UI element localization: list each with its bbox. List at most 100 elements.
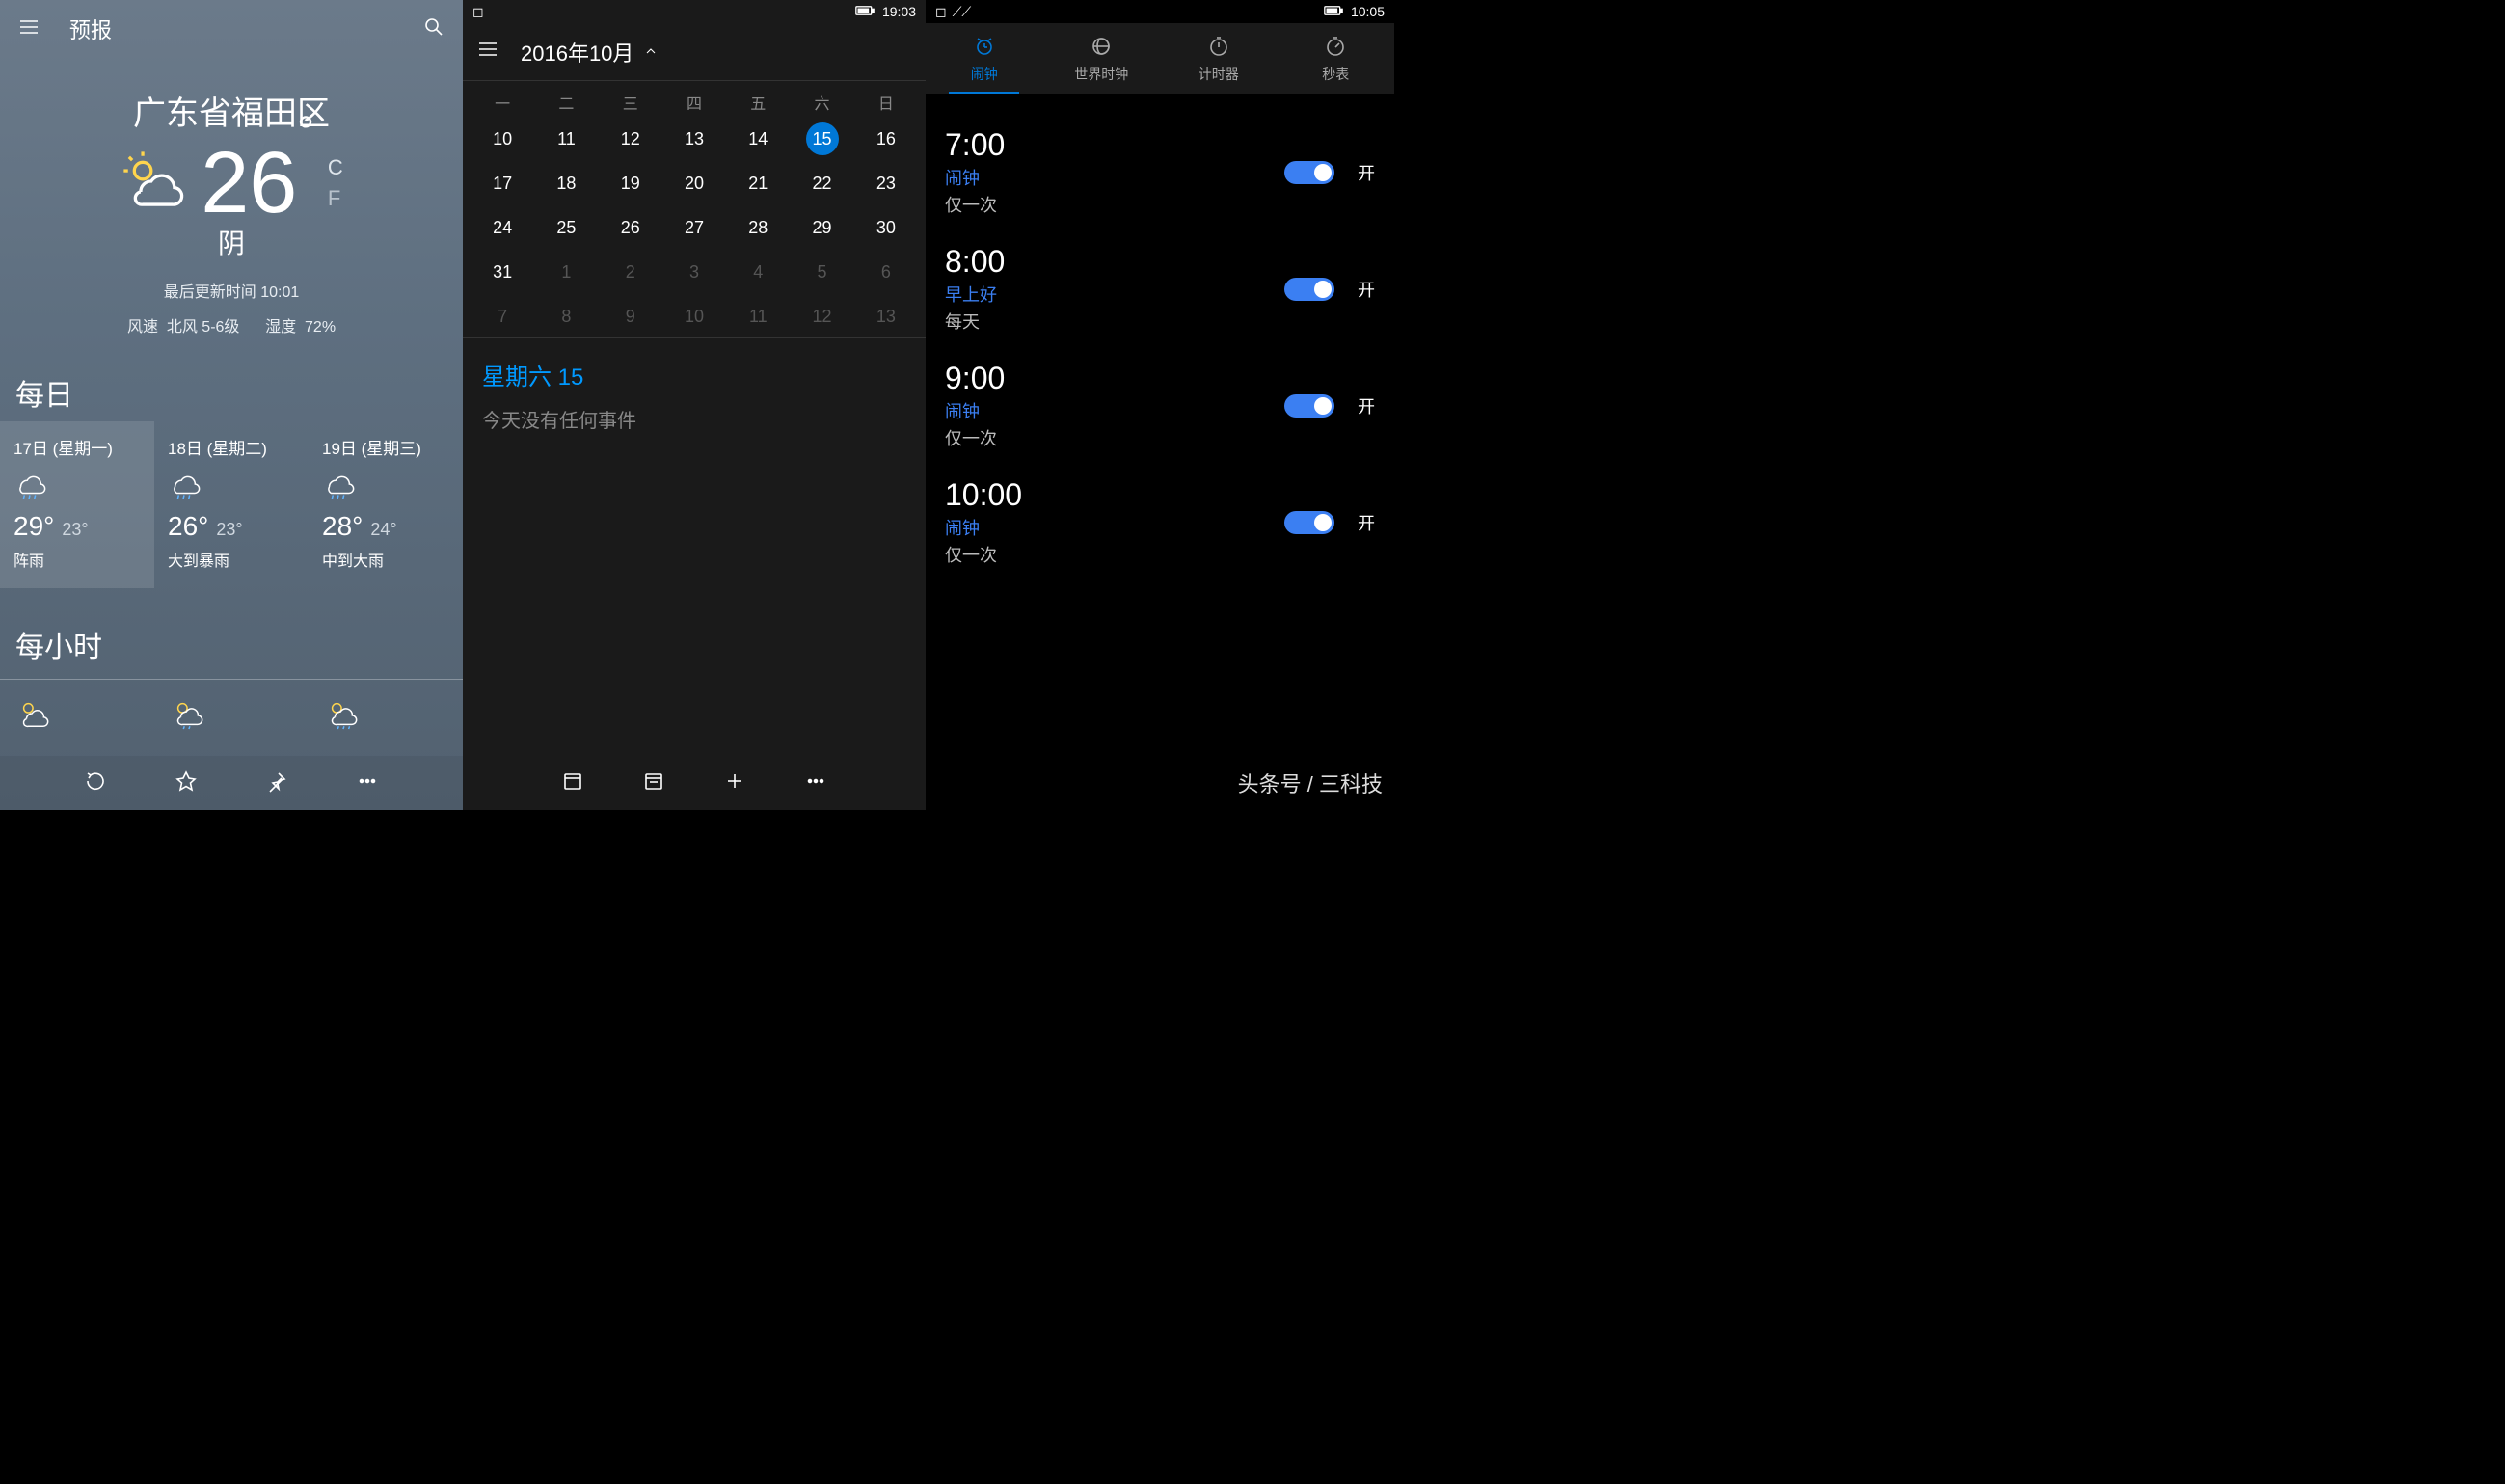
calendar-grid: 1011121314151617181920212223242526272829… <box>463 118 926 337</box>
view-icon[interactable] <box>642 769 665 797</box>
menu-icon[interactable] <box>476 38 499 66</box>
calendar-day[interactable]: 18 <box>534 172 598 195</box>
tab-闹钟[interactable]: 闹钟 <box>926 23 1043 94</box>
calendar-day[interactable]: 12 <box>599 127 662 150</box>
alarm-tabs: 闹钟 世界时钟计时器 秒表 <box>926 23 1394 94</box>
hour-slot[interactable] <box>309 689 463 745</box>
hour-slot[interactable] <box>154 689 309 745</box>
calendar-day[interactable]: 22 <box>790 172 853 195</box>
calendar-day[interactable]: 13 <box>854 305 918 328</box>
status-time: 10:05 <box>1351 4 1385 19</box>
weekday-label: 五 <box>726 91 790 114</box>
calendar-day[interactable]: 31 <box>471 260 534 283</box>
weekday-label: 四 <box>662 91 726 114</box>
alarm-toggle[interactable] <box>1284 511 1334 534</box>
calendar-day[interactable]: 17 <box>471 172 534 195</box>
more-icon[interactable] <box>356 769 379 797</box>
calendar-day[interactable]: 12 <box>790 305 853 328</box>
day-date: 19日 (星期三) <box>322 435 449 459</box>
calendar-day[interactable]: 23 <box>854 172 918 195</box>
calendar-day[interactable]: 30 <box>854 216 918 239</box>
calendar-day[interactable]: 27 <box>662 216 726 239</box>
agenda: 星期六 15 今天没有任何事件 <box>463 337 926 452</box>
calendar-day[interactable]: 15 <box>790 127 853 150</box>
calendar-day[interactable]: 8 <box>534 305 598 328</box>
calendar-day[interactable]: 11 <box>534 127 598 150</box>
daily-day[interactable]: 18日 (星期二) 26°23° 大到暴雨 <box>154 421 309 588</box>
weekday-label: 二 <box>534 91 598 114</box>
alarm-repeat: 仅一次 <box>945 192 1267 217</box>
agenda-empty-text: 今天没有任何事件 <box>482 405 906 433</box>
tab-icon <box>973 35 996 61</box>
calendar-day[interactable]: 20 <box>662 172 726 195</box>
day-condition: 大到暴雨 <box>168 548 295 571</box>
alarm-item[interactable]: 9:00 闹钟 仅一次 开 <box>926 347 1394 464</box>
refresh-icon[interactable] <box>84 769 107 797</box>
battery-icon <box>1324 4 1343 19</box>
menu-icon[interactable] <box>17 15 40 43</box>
alarm-toggle[interactable] <box>1284 394 1334 418</box>
month-title[interactable]: 2016年10月 <box>521 37 659 67</box>
alarm-screen: ◻⟋⟋ 10:05 闹钟世界时钟计时器秒表 7:00 闹钟 仅一次 开 8:00… <box>926 0 1394 810</box>
tab-秒表[interactable]: 秒表 <box>1278 23 1395 94</box>
tab-计时器[interactable]: 计时器 <box>1160 23 1278 94</box>
chevron-up-icon <box>643 40 659 65</box>
calendar-day[interactable]: 24 <box>471 216 534 239</box>
alarm-repeat: 仅一次 <box>945 542 1267 567</box>
unit-celsius[interactable]: C <box>328 155 343 180</box>
calendar-day[interactable]: 3 <box>662 260 726 283</box>
calendar-day[interactable]: 2 <box>599 260 662 283</box>
weekday-label: 三 <box>599 91 662 114</box>
calendar-day[interactable]: 19 <box>599 172 662 195</box>
alarm-item[interactable]: 8:00 早上好 每天 开 <box>926 230 1394 347</box>
calendar-day[interactable]: 25 <box>534 216 598 239</box>
hour-slot[interactable] <box>0 689 154 745</box>
day-low: 24° <box>370 520 396 540</box>
alarm-repeat: 每天 <box>945 309 1267 334</box>
alarm-time: 9:00 <box>945 361 1267 396</box>
unit-fahrenheit[interactable]: F <box>328 186 343 211</box>
calendar-day[interactable]: 7 <box>471 305 534 328</box>
today-icon[interactable] <box>561 769 584 797</box>
add-icon[interactable] <box>723 769 746 797</box>
calendar-day[interactable]: 10 <box>662 305 726 328</box>
alarm-item[interactable]: 7:00 闹钟 仅一次 开 <box>926 114 1394 230</box>
daily-day[interactable]: 19日 (星期三) 28°24° 中到大雨 <box>309 421 463 588</box>
day-date: 18日 (星期二) <box>168 435 295 459</box>
alarm-label: 闹钟 <box>945 165 1267 190</box>
current-temp: 26° <box>201 140 314 227</box>
calendar-day[interactable]: 21 <box>726 172 790 195</box>
alarm-item[interactable]: 10:00 闹钟 仅一次 开 <box>926 464 1394 580</box>
day-date: 17日 (星期一) <box>13 435 141 459</box>
calendar-day[interactable]: 1 <box>534 260 598 283</box>
daily-day[interactable]: 17日 (星期一) 29°23° 阵雨 <box>0 421 154 588</box>
toggle-label: 开 <box>1358 277 1375 302</box>
calendar-day[interactable]: 10 <box>471 127 534 150</box>
battery-icon <box>855 4 875 19</box>
calendar-day[interactable]: 6 <box>854 260 918 283</box>
pin-icon[interactable] <box>265 769 288 797</box>
page-title: 预报 <box>69 13 112 44</box>
agenda-day: 星期六 15 <box>482 358 906 391</box>
calendar-day[interactable]: 5 <box>790 260 853 283</box>
more-icon[interactable] <box>804 769 827 797</box>
sim-icon: ◻ <box>935 4 947 20</box>
calendar-day[interactable]: 9 <box>599 305 662 328</box>
calendar-day[interactable]: 28 <box>726 216 790 239</box>
calendar-day[interactable]: 29 <box>790 216 853 239</box>
alarm-time: 10:00 <box>945 477 1267 513</box>
calendar-day[interactable]: 13 <box>662 127 726 150</box>
search-icon[interactable] <box>422 15 445 43</box>
tab-label: 闹钟 <box>971 65 998 84</box>
alarm-toggle[interactable] <box>1284 161 1334 184</box>
tab-世界时钟[interactable]: 世界时钟 <box>1043 23 1161 94</box>
favorite-icon[interactable] <box>175 769 198 797</box>
calendar-day[interactable]: 4 <box>726 260 790 283</box>
tab-label: 计时器 <box>1199 65 1239 84</box>
calendar-day[interactable]: 14 <box>726 127 790 150</box>
calendar-day[interactable]: 26 <box>599 216 662 239</box>
alarm-toggle[interactable] <box>1284 278 1334 301</box>
daily-title: 每日 <box>0 364 463 421</box>
calendar-day[interactable]: 11 <box>726 305 790 328</box>
calendar-day[interactable]: 16 <box>854 127 918 150</box>
